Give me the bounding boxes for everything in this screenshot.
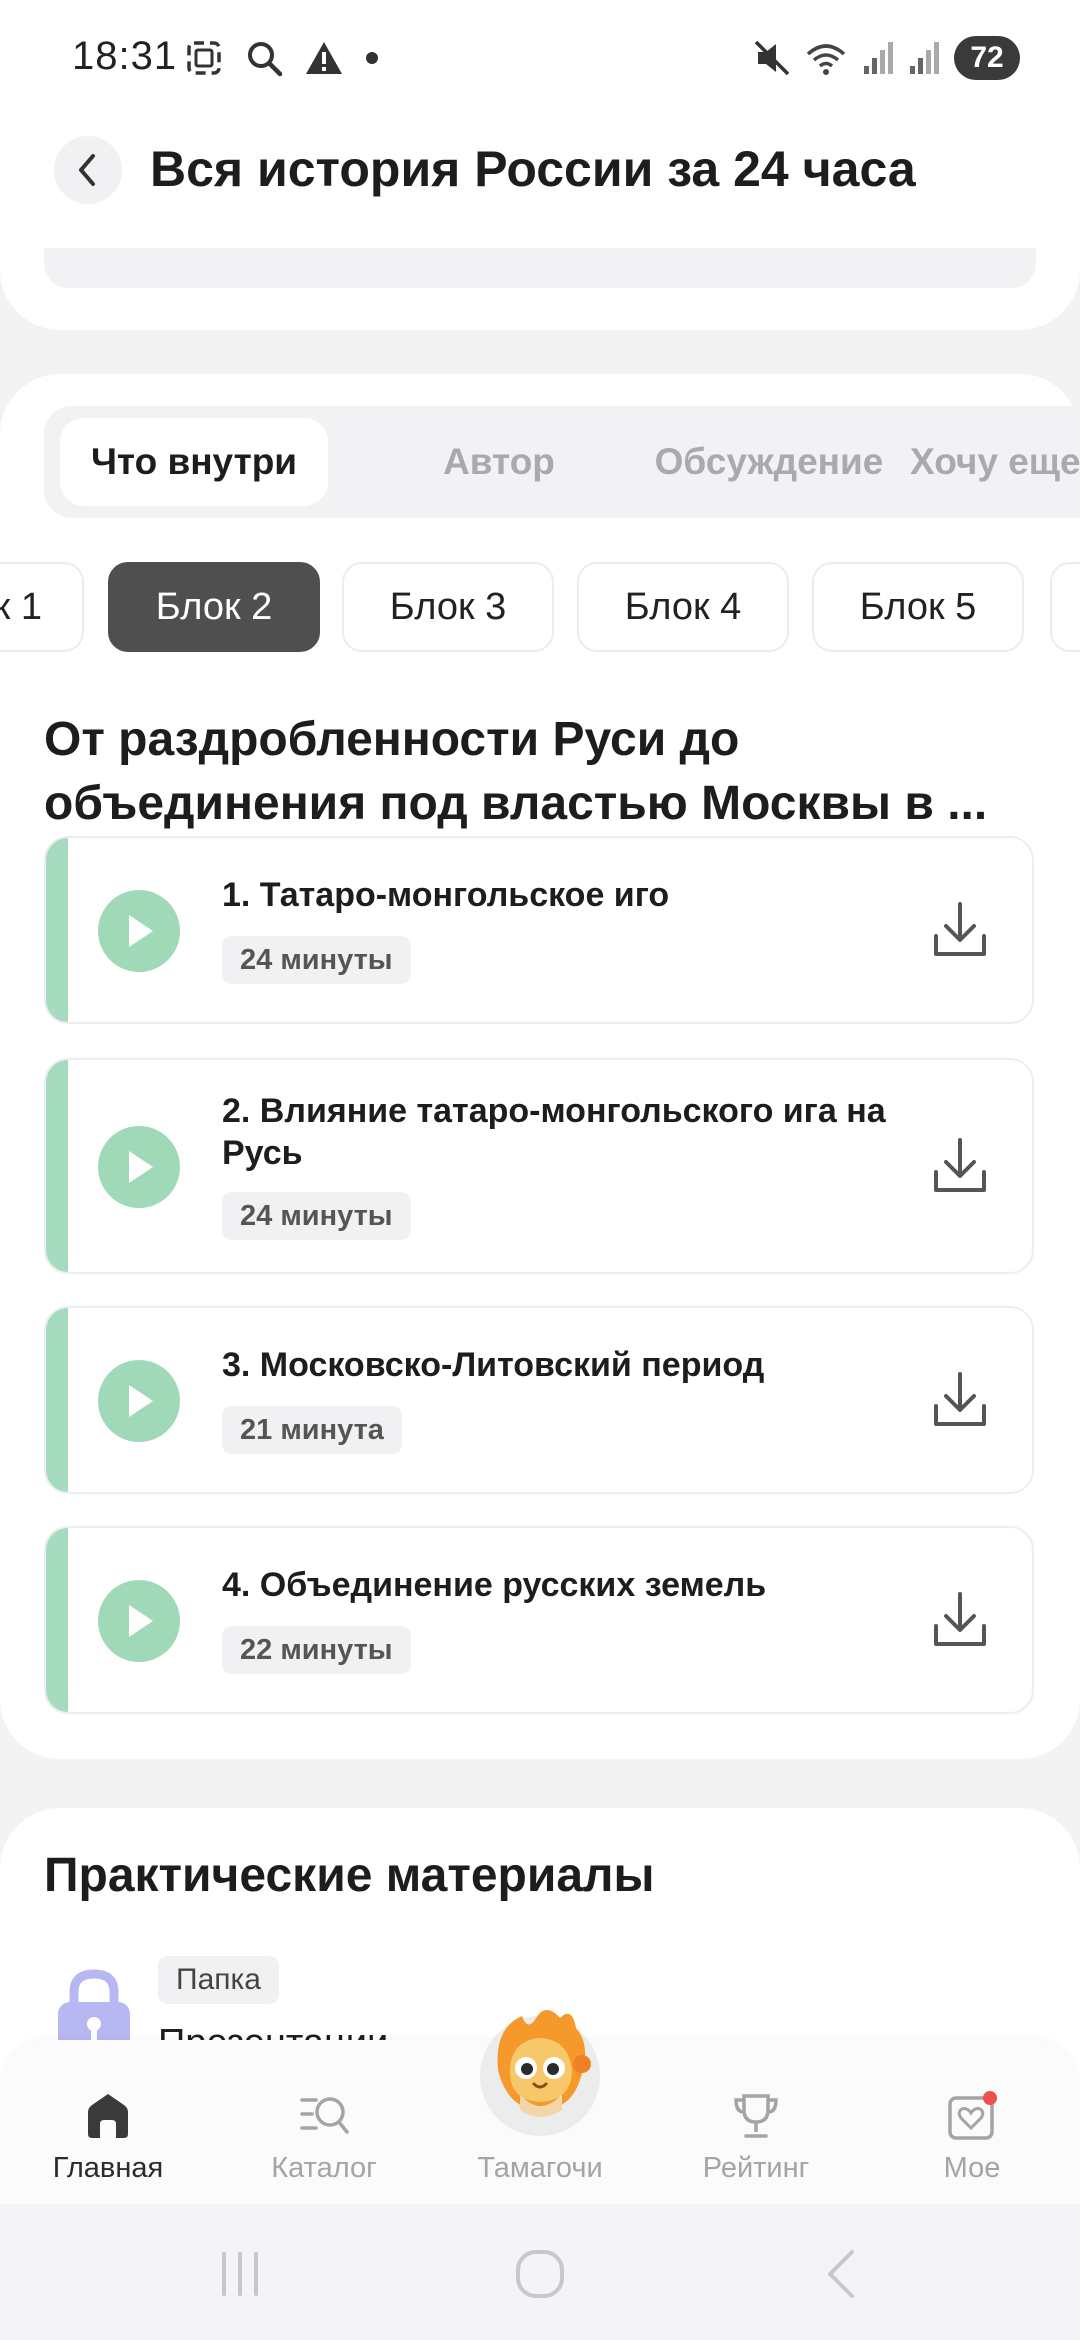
content-tabs: Что внутри Автор Обсуждение Хочу еще — [44, 406, 1080, 518]
page-title: Вся история России за 24 часа — [150, 141, 916, 197]
lesson-accent-bar — [46, 1528, 68, 1712]
play-icon — [129, 915, 153, 947]
chip-block-4[interactable]: Блок 4 — [577, 562, 789, 652]
duration-badge: 21 минута — [222, 1406, 402, 1454]
play-button[interactable] — [98, 1580, 180, 1662]
lesson-title: 3. Московско-Литовский период — [222, 1346, 765, 1384]
chip-label: Блок 1 — [0, 585, 42, 628]
download-icon[interactable] — [932, 900, 988, 960]
folder-badge: Папка — [158, 1956, 279, 2004]
download-icon[interactable] — [932, 1370, 988, 1430]
block-chips: Блок 1 Блок 2 Блок 3 Блок 4 Блок 5 — [0, 562, 1080, 654]
dot-icon — [366, 52, 378, 64]
tamagotchi-mascot-icon[interactable] — [476, 1998, 604, 2138]
chip-block-next[interactable] — [1050, 562, 1080, 652]
lesson-card[interactable]: 4. Объединение русских земель 22 минуты — [44, 1526, 1034, 1714]
chip-block-1[interactable]: Блок 1 — [0, 562, 84, 652]
play-button[interactable] — [98, 1360, 180, 1442]
search-status-icon — [248, 42, 283, 77]
tab-discussion[interactable]: Обсуждение — [644, 418, 894, 506]
chip-block-3[interactable]: Блок 3 — [342, 562, 554, 652]
nav-rating[interactable]: Рейтинг — [656, 2090, 856, 2185]
home-icon — [88, 2094, 128, 2138]
signal-icon-2 — [910, 42, 939, 74]
app-screen: 18:31 72 Вся история России за 24 часа Ч… — [0, 0, 1080, 2340]
play-icon — [129, 1605, 153, 1637]
warning-icon — [306, 42, 342, 74]
catalog-search-icon — [300, 2097, 349, 2134]
download-icon[interactable] — [932, 1590, 988, 1650]
mute-icon — [754, 40, 790, 76]
back-button[interactable] — [54, 136, 122, 204]
lesson-title: 2. Влияние татаро-монгольского ига на Ру… — [222, 1092, 886, 1172]
nav-mine[interactable]: Мое — [872, 2090, 1072, 2185]
back-system-icon[interactable] — [816, 2246, 872, 2302]
nav-catalog[interactable]: Каталог — [224, 2090, 424, 2185]
heart-box-icon — [948, 2091, 997, 2140]
duration-badge: 22 минуты — [222, 1626, 411, 1674]
nav-label: Тамагочи — [477, 2152, 603, 2184]
nav-label: Каталог — [271, 2152, 377, 2184]
tab-want-more[interactable]: Хочу еще — [910, 418, 1080, 506]
tab-author[interactable]: Автор — [374, 418, 624, 506]
play-icon — [129, 1151, 153, 1183]
nav-home[interactable]: Главная — [8, 2090, 208, 2185]
chip-block-2[interactable]: Блок 2 — [108, 562, 320, 652]
trophy-icon — [734, 2094, 778, 2138]
duration-badge: 24 минуты — [222, 936, 411, 984]
tab-what-inside[interactable]: Что внутри — [60, 418, 328, 506]
recent-apps-icon[interactable] — [212, 2246, 268, 2302]
course-content-card: Что внутри Автор Обсуждение Хочу еще Бло… — [0, 374, 1080, 1759]
chip-block-5[interactable]: Блок 5 — [812, 562, 1024, 652]
nav-label: Главная — [52, 2152, 164, 2184]
system-navigation-bar — [0, 2204, 1080, 2340]
battery-indicator: 72 — [954, 36, 1020, 80]
wifi-icon — [806, 44, 846, 75]
status-bar: 18:31 72 — [0, 0, 1080, 120]
lesson-card[interactable]: 2. Влияние татаро-монгольского ига на Ру… — [44, 1058, 1034, 1274]
lesson-accent-bar — [46, 1308, 68, 1492]
app-header: Вся история России за 24 часа — [0, 120, 1080, 240]
play-button[interactable] — [98, 1126, 180, 1208]
download-icon[interactable] — [932, 1136, 988, 1196]
status-icons-left — [184, 38, 380, 78]
play-icon — [129, 1385, 153, 1417]
chevron-left-icon — [79, 154, 95, 186]
nav-label: Рейтинг — [702, 2152, 810, 2184]
lesson-title: 4. Объединение русских земель — [222, 1566, 767, 1604]
signal-icon — [864, 42, 893, 74]
lesson-accent-bar — [46, 838, 68, 1022]
lesson-title: 1. Татаро-монгольское иго — [222, 876, 670, 914]
previous-section-inner — [44, 248, 1036, 288]
nav-label: Мое — [943, 2152, 1001, 2184]
practical-materials-title: Практические материалы — [44, 1849, 655, 1902]
screenshot-icon — [187, 41, 221, 75]
status-icons-right: 72 — [754, 36, 1020, 80]
home-system-icon[interactable] — [512, 2246, 568, 2302]
lesson-accent-bar — [46, 1060, 68, 1272]
block-heading: От раздробленности Руси до объединения п… — [44, 713, 988, 830]
play-button[interactable] — [98, 890, 180, 972]
status-time: 18:31 — [72, 34, 178, 78]
lesson-card[interactable]: 3. Московско-Литовский период 21 минута — [44, 1306, 1034, 1494]
lesson-card[interactable]: 1. Татаро-монгольское иго 24 минуты — [44, 836, 1034, 1024]
duration-badge: 24 минуты — [222, 1192, 411, 1240]
